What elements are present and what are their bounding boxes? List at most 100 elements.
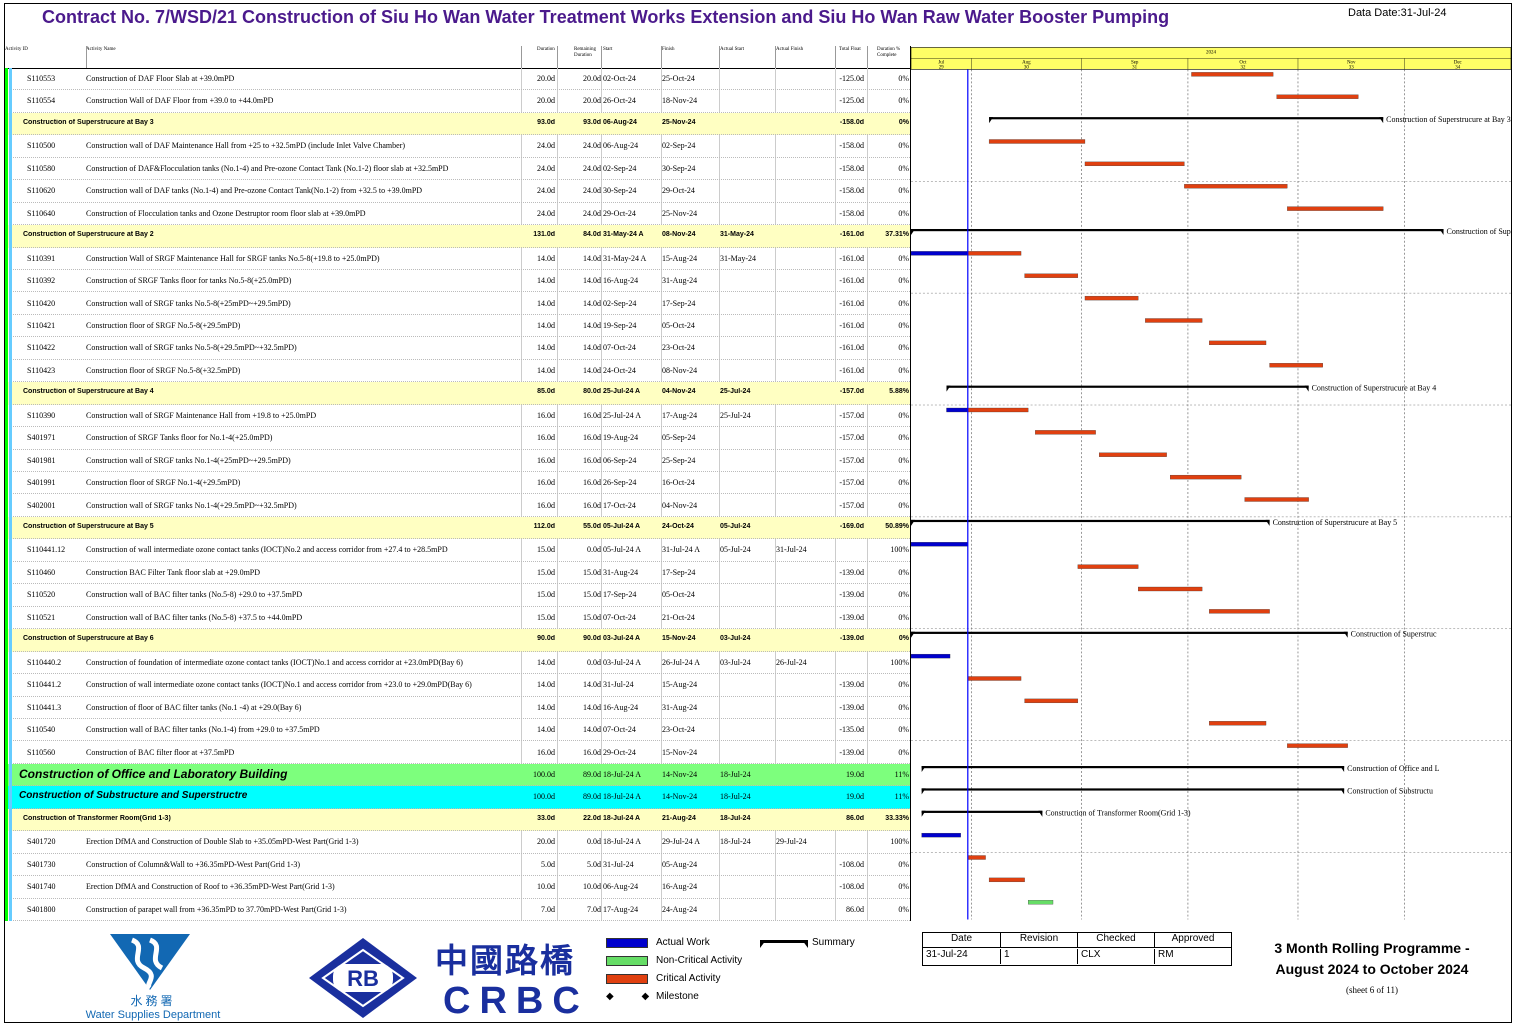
- cell-pct: 0%: [898, 635, 909, 643]
- cell-pct: 0%: [898, 253, 909, 263]
- cell-finish: 18-Nov-24: [662, 96, 698, 106]
- table-row[interactable]: S110422 Construction wall of SRGF tanks N…: [5, 337, 910, 360]
- cell-start: 29-Oct-24: [603, 208, 636, 218]
- table-row[interactable]: S401981 Construction wall of SRGF tanks N…: [5, 450, 910, 473]
- cell-finish: 16-Oct-24: [662, 478, 695, 488]
- col-header-duration[interactable]: Duration: [537, 47, 555, 53]
- col-header-actual-start[interactable]: Actual Start: [720, 47, 744, 53]
- table-row[interactable]: S402001 Construction wall of SRGF tanks N…: [5, 495, 910, 517]
- crbc-english-name: CRBC: [443, 980, 589, 1022]
- table-row[interactable]: S110391 Construction Wall of SRGF Mainten…: [5, 248, 910, 270]
- cell-name: Construction wall of BAC filter tanks (N…: [86, 612, 303, 622]
- cell-dur: 85.0d: [537, 388, 555, 396]
- cell-tf: -108.0d: [839, 859, 864, 869]
- cell-as: 05-Jul-24: [720, 523, 751, 530]
- cell-tf: -139.0d: [839, 635, 864, 643]
- table-row[interactable]: S110423 Construction floor of SRGF No.5-8…: [5, 360, 910, 383]
- timescale-week-label: 33: [1349, 65, 1354, 70]
- col-header-start[interactable]: Start: [603, 47, 612, 53]
- table-row[interactable]: S110620 Construction wall of DAF tanks (N…: [5, 180, 910, 203]
- cell-id: S110521: [27, 612, 56, 622]
- cell-finish: 25-Nov-24: [662, 208, 698, 218]
- table-row[interactable]: S401800 Construction of parapet wall from…: [5, 899, 910, 921]
- cell-rem: 0.0d: [587, 545, 601, 555]
- rev-approved: RM: [1158, 949, 1174, 960]
- table-row[interactable]: S110521 Construction wall of BAC filter t…: [5, 607, 910, 630]
- cell-start: 03-Jul-24 A: [603, 635, 641, 643]
- col-header-finish[interactable]: Finish: [662, 47, 675, 53]
- col-header-name[interactable]: Activity Name: [86, 47, 116, 53]
- cell-as: 25-Jul-24: [720, 410, 751, 420]
- table-row[interactable]: S110440.2 Construction of foundation of i…: [5, 652, 910, 675]
- cell-pct: 0%: [898, 208, 909, 218]
- table-row[interactable]: S110560 Construction of BAC filter floor …: [5, 742, 910, 764]
- table-row[interactable]: S110441.12 Construction of wall intermedi…: [5, 539, 910, 562]
- cell-start: 18-Jul-24 A: [603, 792, 641, 802]
- critical-bar: [1024, 698, 1079, 704]
- crbc-chinese-name: 中國路橋: [435, 941, 575, 980]
- table-row[interactable]: S110640 Construction of Flocculation tank…: [5, 203, 910, 226]
- summary-row[interactable]: Construction of Substructure and Superst…: [5, 786, 910, 809]
- table-row[interactable]: S110441.3 Construction of floor of BAC fi…: [5, 697, 910, 719]
- table-row[interactable]: S110520 Construction wall of BAC filter t…: [5, 584, 910, 607]
- cell-rem: 16.0d: [583, 478, 601, 488]
- cell-finish: 14-Nov-24: [662, 792, 698, 802]
- col-header-total-float[interactable]: Total Float: [839, 47, 861, 53]
- summary-bar: [946, 385, 1309, 388]
- summary-row[interactable]: Construction of Office and Laboratory Bu…: [5, 763, 910, 787]
- cell-rem: 15.0d: [583, 567, 601, 577]
- cell-dur: 15.0d: [537, 590, 555, 600]
- summary-bar-left-cap: [921, 810, 926, 817]
- summary-row[interactable]: Construction of Superstrucure at Bay 3 93…: [5, 112, 910, 136]
- cell-as: 18-Jul-24: [720, 769, 751, 779]
- table-row[interactable]: S110460 Construction BAC Filter Tank floo…: [5, 562, 910, 585]
- cell-as: 18-Jul-24: [720, 792, 751, 802]
- cell-pct: 0%: [898, 702, 909, 712]
- table-row[interactable]: S110421 Construction floor of SRGF No.5-8…: [5, 315, 910, 338]
- table-row[interactable]: S110553 Construction of DAF Floor Slab at…: [5, 68, 910, 91]
- table-row[interactable]: S401720 Erection DfMA and Construction of…: [5, 831, 910, 854]
- col-header-id[interactable]: Activity ID: [5, 47, 28, 53]
- table-row[interactable]: S110500 Construction wall of DAF Maintena…: [5, 135, 910, 158]
- sheet-number: (sheet 6 of 11): [1346, 985, 1398, 995]
- table-row[interactable]: S401740 Erection DfMA and Construction of…: [5, 876, 910, 899]
- cell-rem: 15.0d: [583, 612, 601, 622]
- cell-id: S110500: [27, 141, 56, 151]
- gantt-chart: 2024Jul29Aug30Sep31Oct32Nov33Dec34Constr…: [910, 46, 1512, 921]
- summary-bar-right-cap: [1340, 766, 1345, 772]
- table-row[interactable]: S110554 Construction Wall of DAF Floor fr…: [5, 90, 910, 113]
- col-header-actual-finish[interactable]: Actual Finish: [776, 47, 803, 53]
- cell-start: 18-Jul-24 A: [603, 814, 641, 822]
- cell-rem: 16.0d: [583, 433, 601, 443]
- cell-pct: 0%: [898, 141, 909, 151]
- cell-dur: 14.0d: [537, 276, 555, 286]
- summary-bar-right-cap: [1379, 117, 1384, 124]
- col-header-remaining[interactable]: Remaining Duration: [574, 47, 602, 59]
- summary-row[interactable]: Construction of Superstrucure at Bay 4 85…: [5, 382, 910, 405]
- summary-row[interactable]: Construction of Superstrucure at Bay 6 90…: [5, 629, 910, 652]
- summary-row[interactable]: Construction of Superstrucure at Bay 2 13…: [5, 225, 910, 248]
- table-row[interactable]: S110390 Construction wall of SRGF Mainten…: [5, 405, 910, 428]
- cell-start: 03-Jul-24 A: [603, 657, 641, 667]
- table-row[interactable]: S110392 Construction of SRGF Tanks floor …: [5, 270, 910, 293]
- cell-finish: 08-Nov-24: [662, 365, 698, 375]
- summary-row[interactable]: Construction of Transformer Room(Grid 1-…: [5, 808, 910, 832]
- cell-pct: 0%: [898, 298, 909, 308]
- cell-pct: 0%: [898, 680, 909, 690]
- table-row[interactable]: S401991 Construction floor of SRGF No.1-4…: [5, 472, 910, 495]
- table-row[interactable]: S401971 Construction of SRGF Tanks floor …: [5, 427, 910, 450]
- table-row[interactable]: S110540 Construction wall of BAC filter t…: [5, 719, 910, 742]
- cell-as: 03-Jul-24: [720, 657, 751, 667]
- wsd-english-name: Water Supplies Department: [85, 1009, 221, 1021]
- programme-title-line1: 3 Month Rolling Programme -: [1274, 940, 1470, 956]
- cell-finish: 23-Oct-24: [662, 343, 695, 353]
- cell-af: 26-Jul-24: [776, 657, 807, 667]
- table-row[interactable]: S401730 Construction of Column&Wall to +3…: [5, 854, 910, 877]
- summary-row[interactable]: Construction of Superstrucure at Bay 5 11…: [5, 517, 910, 540]
- table-row[interactable]: S110441.2 Construction of wall intermedia…: [5, 674, 910, 697]
- cell-finish: 26-Jul-24 A: [662, 657, 700, 667]
- summary-bar-right-cap: [1340, 788, 1345, 795]
- table-row[interactable]: S110420 Construction wall of SRGF tanks N…: [5, 293, 910, 315]
- table-row[interactable]: S110580 Construction of DAF&Flocculation …: [5, 158, 910, 181]
- col-header-pct[interactable]: Duration % Complete: [877, 47, 910, 59]
